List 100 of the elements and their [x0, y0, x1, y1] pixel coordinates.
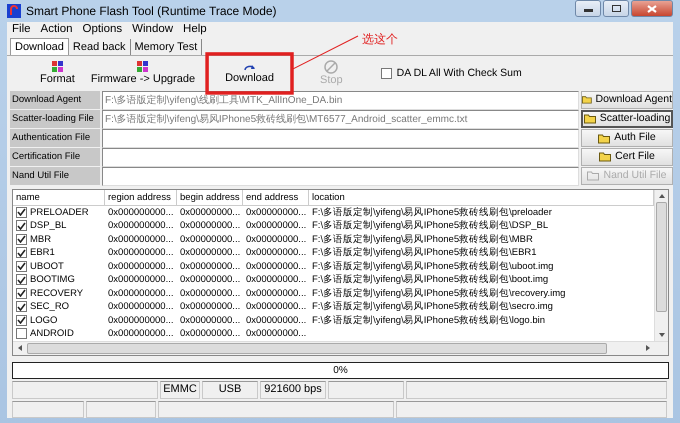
table-cell: 0x00000000... [180, 288, 240, 299]
table-cell: DSP_BL [30, 219, 66, 233]
horizontal-scrollbar[interactable] [13, 340, 668, 355]
folder-icon [599, 151, 612, 162]
checkbox[interactable] [16, 247, 27, 258]
checkbox[interactable] [16, 260, 27, 272]
menu-item[interactable]: Window [127, 21, 178, 39]
field-label: Certification File [10, 148, 100, 167]
status-panel [86, 400, 156, 418]
menu-item[interactable]: Action [36, 21, 78, 39]
table-cell: 0x00000000... [246, 220, 306, 232]
checkbox[interactable] [16, 206, 27, 218]
folder-icon [584, 113, 597, 124]
table-cell: 0x000000000... [108, 247, 174, 258]
table-cell: 0x00000000... [246, 301, 306, 312]
scroll-up-icon [658, 194, 664, 198]
table-cell: F:\多语版定制\yifeng\易风IPhone5救砖线刷包\uboot.img [312, 260, 554, 272]
menu-item[interactable]: Options [78, 21, 128, 39]
column-header[interactable]: begin address [177, 190, 243, 206]
menu-item[interactable]: File [7, 21, 36, 39]
column-header[interactable]: region address [105, 190, 177, 206]
browse-button[interactable]: Auth File [581, 129, 673, 147]
table-cell: F:\多语版定制\yifeng\易风IPhone5救砖线刷包\secro.img [312, 301, 553, 312]
checkbox[interactable] [16, 234, 27, 245]
toolbar-button[interactable]: Firmware -> Upgrade [82, 60, 204, 86]
table-cell: 0x00000000... [180, 274, 240, 286]
table-cell: 0x00000000... [180, 247, 240, 258]
field-label: Download Agent [10, 90, 100, 110]
table-cell: 0x00000000... [180, 328, 240, 340]
table-cell: 0x00000000... [180, 260, 240, 272]
table-cell: SEC_RO [30, 300, 70, 314]
table-cell: F:\多语版定制\yifeng\易风IPhone5救砖线刷包\EBR1 [312, 247, 537, 258]
minimize-button[interactable] [575, 0, 601, 17]
table-cell: 0x000000000... [108, 274, 174, 286]
file-path-field[interactable]: F:\多语版定制\yifeng\线刷工具\MTK_AllInOne_DA.bin [102, 90, 579, 110]
status-panel: 921600 bps [260, 380, 326, 399]
vertical-scrollbar[interactable] [654, 190, 668, 341]
column-header[interactable]: location [309, 190, 654, 206]
scroll-thumb[interactable] [656, 202, 667, 312]
table-cell: 0x000000000... [108, 328, 174, 340]
window-title: Smart Phone Flash Tool (Runtime Trace Mode) [26, 3, 277, 20]
table-cell: 0x000000000... [108, 234, 174, 245]
table-cell: 0x00000000... [180, 301, 240, 312]
table-cell: 0x00000000... [246, 206, 306, 218]
table-cell: 0x00000000... [180, 206, 240, 218]
table-cell: 0x000000000... [108, 220, 174, 232]
table-cell: F:\多语版定制\yifeng\易风IPhone5救砖线刷包\MBR [312, 234, 533, 245]
scroll-down-icon [658, 332, 664, 337]
table-cell: ANDROID [30, 327, 74, 341]
field-label: Scatter-loading File [10, 110, 100, 130]
column-header[interactable]: end address [243, 190, 309, 206]
maximize-icon [612, 5, 620, 12]
checkbox[interactable] [16, 220, 27, 232]
folder-icon [587, 170, 600, 182]
toolbar-button[interactable]: Format [32, 60, 83, 86]
checkbox[interactable] [16, 301, 27, 312]
scroll-thumb[interactable] [27, 342, 607, 354]
table-cell: 0x00000000... [246, 328, 306, 340]
stop-icon [324, 60, 338, 74]
toolbar-button[interactable]: Download [217, 62, 282, 85]
table-cell: BOOTIMG [30, 273, 75, 287]
table-cell: 0x000000000... [108, 301, 174, 312]
table-cell: 0x00000000... [180, 314, 240, 326]
checkbox[interactable] [16, 328, 27, 340]
table-cell: UBOOT [30, 260, 64, 274]
table-cell: 0x00000000... [246, 247, 306, 258]
table-cell: 0x00000000... [246, 260, 306, 272]
status-panel: USB [202, 380, 258, 399]
table-cell: 0x00000000... [180, 220, 240, 232]
checkbox[interactable] [380, 68, 392, 79]
file-path-field[interactable]: F:\多语版定制\yifeng\易风IPhone5救砖线刷包\MT6577_Android_scatter_emmc.txt [102, 110, 579, 130]
file-path-field[interactable] [102, 148, 579, 167]
squares-icon [136, 60, 150, 74]
leader-line [292, 36, 358, 70]
browse-button[interactable]: Cert File [581, 148, 673, 166]
checkbox[interactable] [16, 288, 27, 299]
table-cell: F:\多语版定制\yifeng\易风IPhone5救砖线刷包\recovery.img [312, 288, 566, 299]
tab[interactable]: Download [10, 38, 69, 55]
field-label: Nand Util File [10, 166, 100, 186]
table-cell: 0x000000000... [108, 314, 174, 326]
table-cell: 0x000000000... [108, 288, 174, 299]
table-cell: MBR [30, 232, 52, 246]
close-button[interactable] [631, 0, 673, 17]
status-panel: EMMC [160, 380, 200, 399]
column-header[interactable]: name [13, 190, 105, 206]
status-panel [12, 400, 84, 418]
maximize-button[interactable] [603, 0, 629, 17]
table-cell: F:\多语版定制\yifeng\易风IPhone5救砖线刷包\logo.bin [312, 314, 546, 326]
file-path-field[interactable] [102, 129, 579, 148]
folder-icon [582, 94, 593, 106]
checkbox[interactable] [16, 314, 27, 326]
browse-button[interactable]: Download Agent [581, 90, 673, 109]
menu-item[interactable]: Help [178, 21, 212, 39]
browse-button[interactable]: Scatter-loading [581, 110, 673, 128]
table-cell: 0x000000000... [108, 206, 174, 218]
scroll-right-icon [646, 345, 650, 352]
annotation-text: 选这个 [362, 31, 398, 48]
file-path-field[interactable] [102, 166, 579, 186]
table-cell: F:\多语版定制\yifeng\易风IPhone5救砖线刷包\preloader [312, 206, 552, 218]
checkbox[interactable] [16, 274, 27, 286]
